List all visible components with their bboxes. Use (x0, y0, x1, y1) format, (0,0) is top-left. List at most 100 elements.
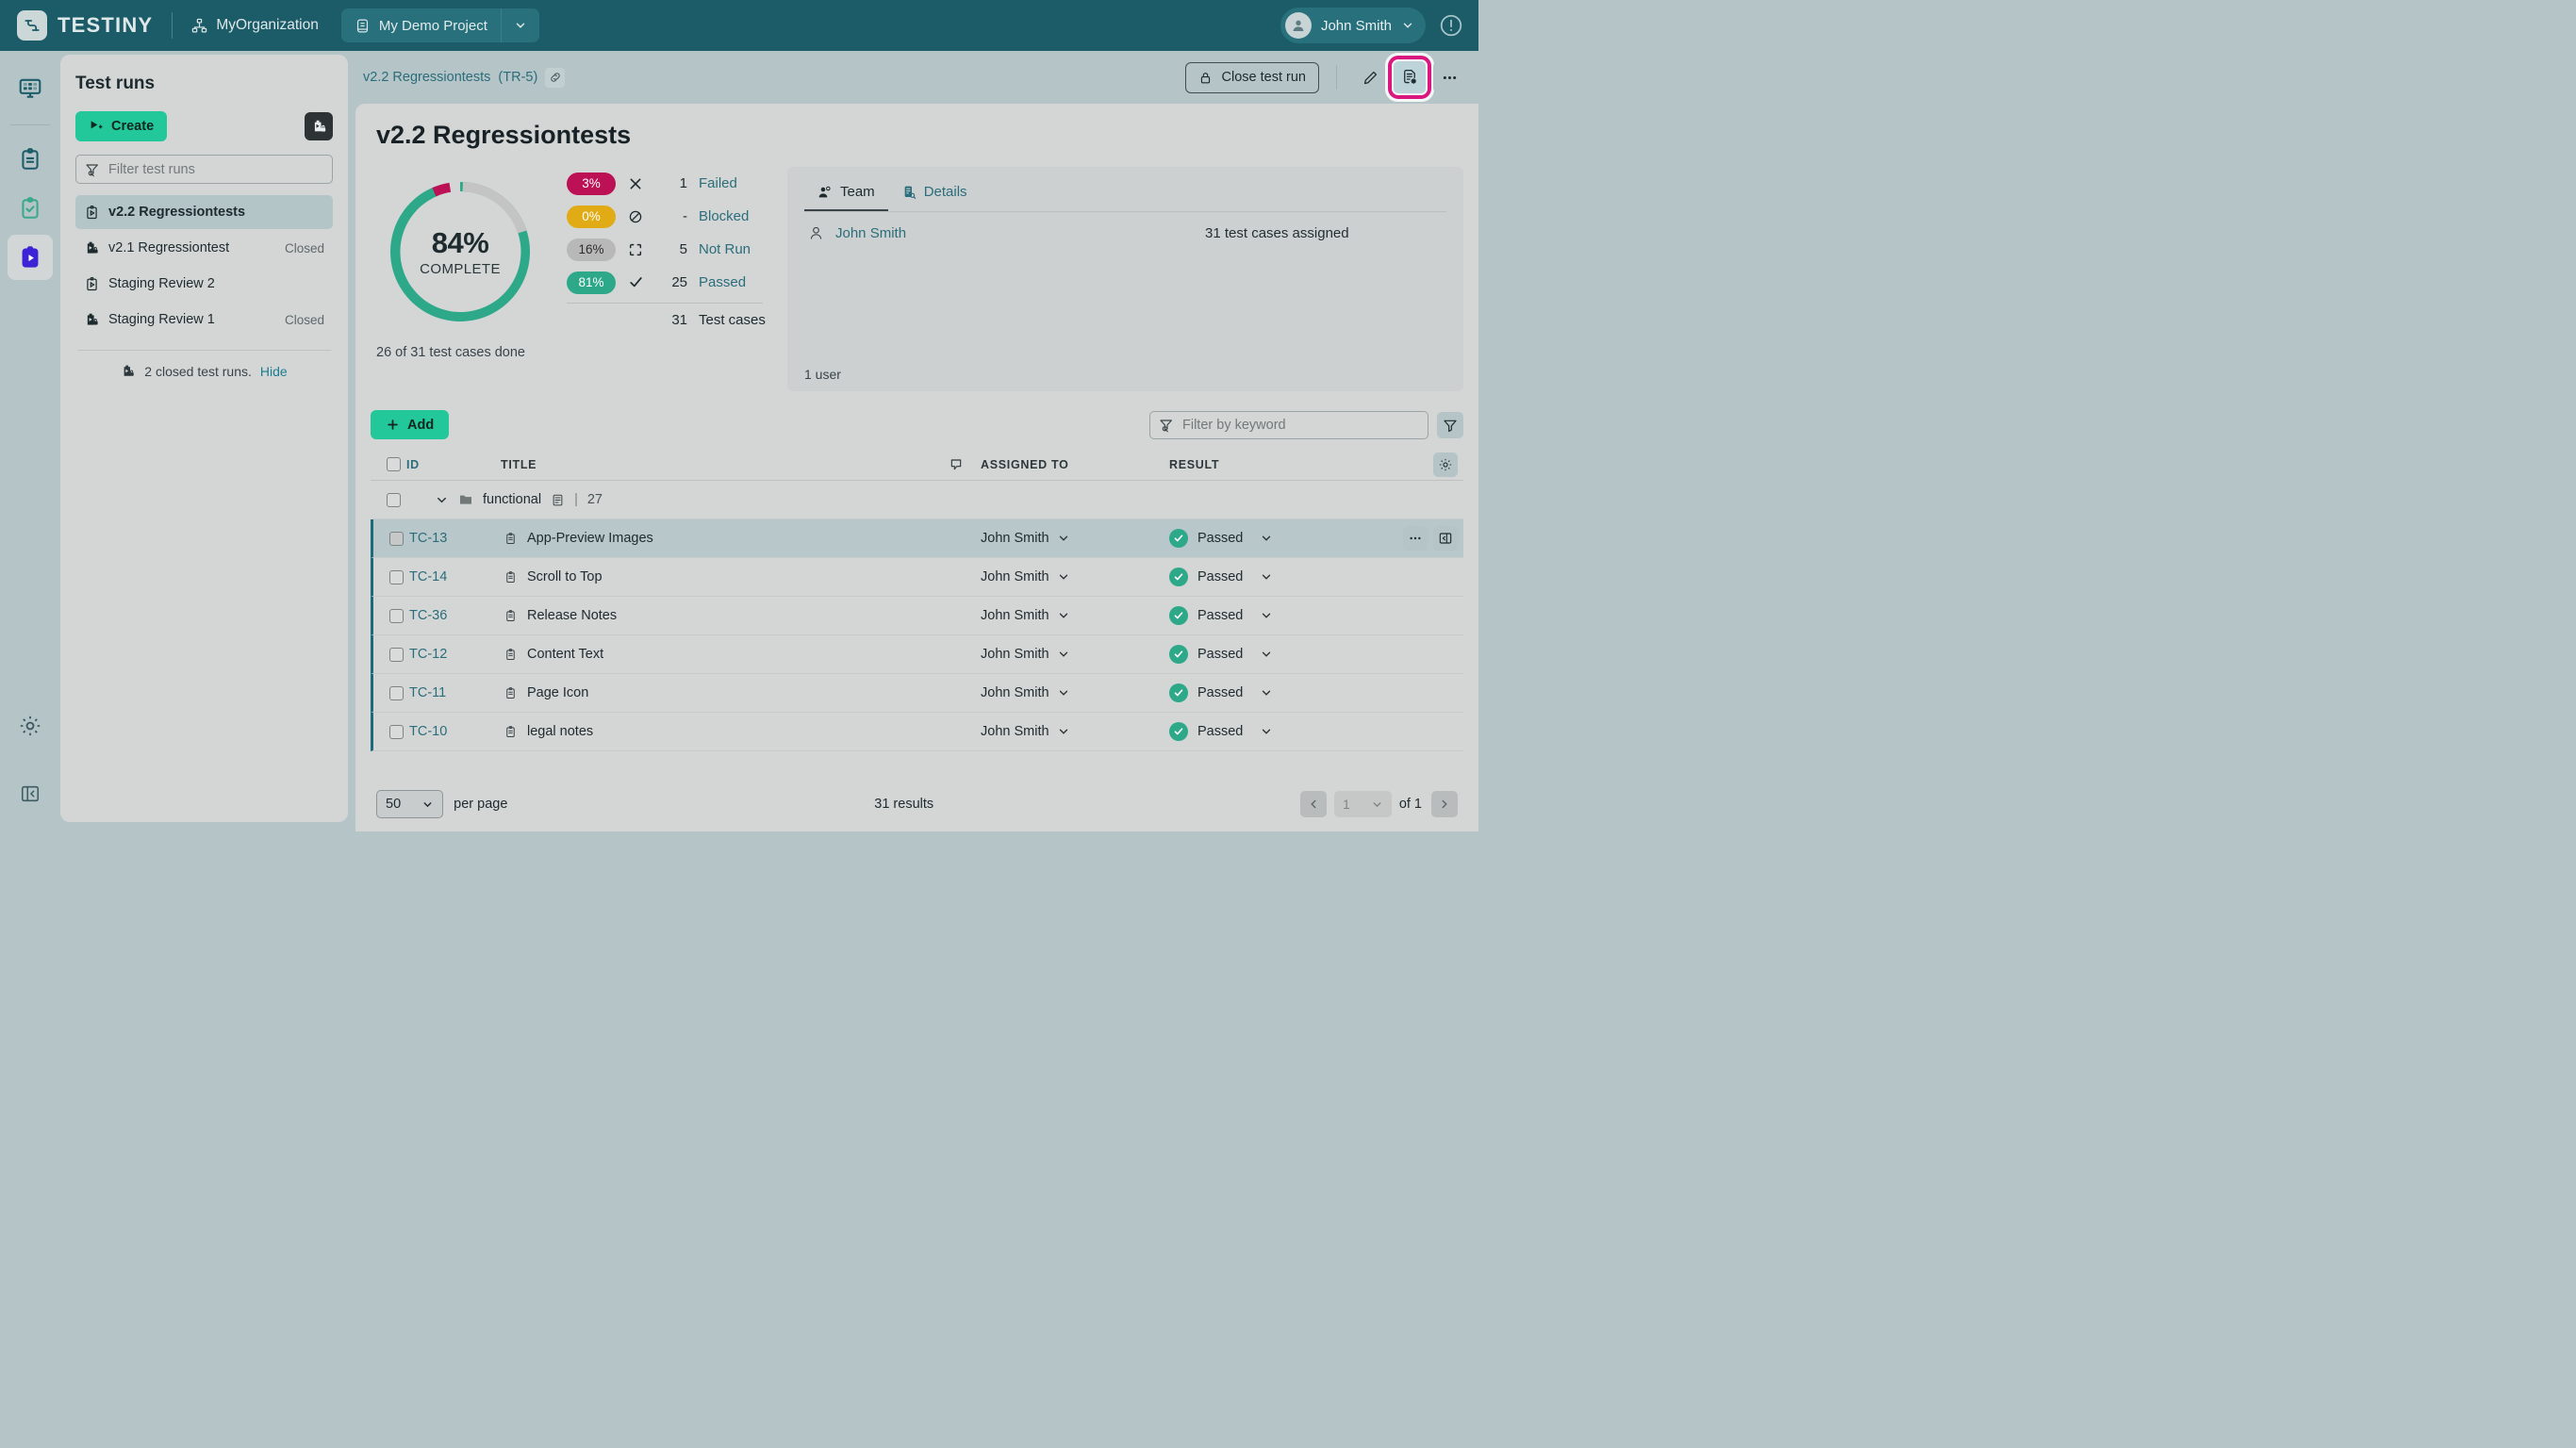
row-checkbox[interactable] (388, 531, 404, 546)
assignee-chevron-down-icon[interactable] (1049, 609, 1070, 622)
close-test-run-button[interactable]: Close test run (1184, 61, 1319, 93)
row-open-panel-button[interactable] (1433, 526, 1458, 551)
filter-by-keyword-input[interactable]: Filter by keyword (1149, 410, 1428, 439)
add-test-case-button[interactable]: Add (371, 410, 450, 439)
assignee-chevron-down-icon[interactable] (1049, 570, 1070, 584)
row-checkbox[interactable] (388, 569, 404, 584)
column-header-comments[interactable] (932, 457, 981, 472)
more-actions-button[interactable] (1433, 61, 1465, 93)
chevron-down-icon[interactable] (435, 493, 449, 507)
row-checkbox[interactable] (388, 608, 404, 623)
show-closed-runs-button[interactable] (305, 112, 333, 140)
rail-item-collapse[interactable] (8, 771, 53, 816)
sidebar-run-item[interactable]: v2.1 Regressiontest Closed (75, 231, 333, 265)
legend-row-failed: 3% 1 Failed (567, 167, 766, 200)
project-name: My Demo Project (378, 17, 487, 34)
new-test-run-from-button[interactable] (1388, 56, 1431, 99)
results-count: 31 results (874, 797, 934, 812)
add-label: Add (407, 417, 435, 433)
table-row[interactable]: TC-13 App-Preview Images John Smith Pass… (371, 519, 1463, 558)
next-page-button[interactable] (1431, 791, 1458, 817)
row-checkbox[interactable] (388, 724, 404, 739)
open-side-panel-icon (1439, 533, 1452, 544)
test-run-panel: v2.2 Regressiontests 84% COMPLETE 3% 1 F… (355, 104, 1478, 831)
per-page-select[interactable]: 50 (376, 790, 444, 818)
breadcrumb-run-link[interactable]: v2.2 Regressiontests (363, 70, 490, 85)
check-icon (616, 274, 655, 290)
sidebar-run-item[interactable]: v2.2 Regressiontests (75, 195, 333, 229)
table-row[interactable]: TC-12 Content Text John Smith Passed (371, 635, 1463, 674)
assignee-chevron-down-icon[interactable] (1049, 532, 1070, 545)
user-menu[interactable]: John Smith (1280, 8, 1426, 43)
organization-link[interactable]: MyOrganization (191, 17, 319, 34)
tab-team[interactable]: Team (804, 176, 888, 212)
rail-item-settings[interactable] (8, 703, 53, 749)
row-id[interactable]: TC-10 (409, 724, 504, 739)
test-case-icon (504, 532, 518, 546)
result-chevron-down-icon[interactable] (1252, 686, 1273, 699)
edit-test-run-button[interactable] (1354, 61, 1386, 93)
group-checkbox[interactable] (386, 492, 401, 507)
column-header-assigned-to[interactable]: ASSIGNED TO (981, 458, 1169, 471)
create-test-run-button[interactable]: Create (75, 111, 168, 141)
user-chevron-down-icon (1403, 23, 1412, 28)
select-all-checkbox[interactable] (386, 457, 401, 471)
sidebar-run-item[interactable]: Staging Review 2 (75, 267, 333, 301)
team-member-name[interactable]: John Smith (835, 225, 1194, 241)
result-chevron-down-icon[interactable] (1252, 532, 1273, 545)
row-id[interactable]: TC-14 (409, 569, 504, 584)
rail-item-dashboard[interactable] (8, 66, 53, 111)
result-chevron-down-icon[interactable] (1252, 648, 1273, 661)
passed-label[interactable]: Passed (687, 274, 746, 290)
result-chevron-down-icon[interactable] (1252, 725, 1273, 738)
failed-label[interactable]: Failed (687, 175, 737, 191)
row-id[interactable]: TC-12 (409, 647, 504, 662)
brand-logo[interactable]: TESTINY (11, 10, 153, 41)
row-id[interactable]: TC-13 (409, 531, 504, 546)
row-checkbox[interactable] (388, 685, 404, 700)
project-selector[interactable]: My Demo Project (340, 8, 539, 42)
blocked-label[interactable]: Blocked (687, 208, 749, 224)
result-chevron-down-icon[interactable] (1252, 609, 1273, 622)
row-title: Page Icon (527, 685, 589, 700)
table-group-row[interactable]: functional | 27 (371, 481, 1463, 519)
project-chevron-down-icon[interactable] (500, 8, 539, 42)
previous-page-button[interactable] (1300, 791, 1328, 817)
column-header-id[interactable]: ID (406, 458, 501, 471)
filter-search-icon (86, 163, 98, 176)
assignee-chevron-down-icon[interactable] (1049, 725, 1070, 738)
row-more-actions-button[interactable] (1403, 526, 1428, 551)
copy-link-icon[interactable] (545, 67, 566, 88)
row-id[interactable]: TC-11 (409, 685, 504, 700)
rail-item-test-plans[interactable] (8, 186, 53, 231)
not-run-label[interactable]: Not Run (687, 241, 751, 257)
assignee-chevron-down-icon[interactable] (1049, 648, 1070, 661)
not-run-icon (616, 242, 655, 257)
table-row[interactable]: TC-10 legal notes John Smith Passed (371, 713, 1463, 751)
result-chevron-down-icon[interactable] (1252, 570, 1273, 584)
sidebar-run-item[interactable]: Staging Review 1 Closed (75, 303, 333, 337)
table-row[interactable]: TC-11 Page Icon John Smith Passed (371, 674, 1463, 713)
table-row[interactable]: TC-36 Release Notes John Smith Passed (371, 597, 1463, 635)
tab-details[interactable]: Details (888, 176, 981, 212)
filter-test-runs-input[interactable]: Filter test runs (75, 155, 333, 184)
clipboard-lock-icon (124, 365, 135, 376)
testiny-logo-icon (17, 10, 47, 41)
icon-rail (0, 51, 60, 831)
hide-closed-runs-link[interactable]: Hide (260, 364, 288, 379)
closed-runs-note: 2 closed test runs. Hide (75, 351, 333, 379)
column-header-result[interactable]: RESULT (1169, 458, 1388, 471)
column-header-title[interactable]: TITLE (501, 458, 932, 471)
row-id[interactable]: TC-36 (409, 608, 504, 623)
help-icon[interactable] (1439, 13, 1463, 38)
blocked-count: - (683, 208, 687, 224)
rail-item-test-cases[interactable] (8, 137, 53, 182)
rail-item-test-runs[interactable] (8, 235, 53, 280)
table-settings-button[interactable] (1433, 452, 1458, 477)
row-checkbox[interactable] (388, 647, 404, 662)
table-row[interactable]: TC-14 Scroll to Top John Smith Passed (371, 558, 1463, 597)
page-select[interactable]: 1 (1334, 791, 1392, 817)
assignee-chevron-down-icon[interactable] (1049, 686, 1070, 699)
clipboard-play-icon (22, 246, 39, 268)
filter-button[interactable] (1437, 411, 1463, 438)
